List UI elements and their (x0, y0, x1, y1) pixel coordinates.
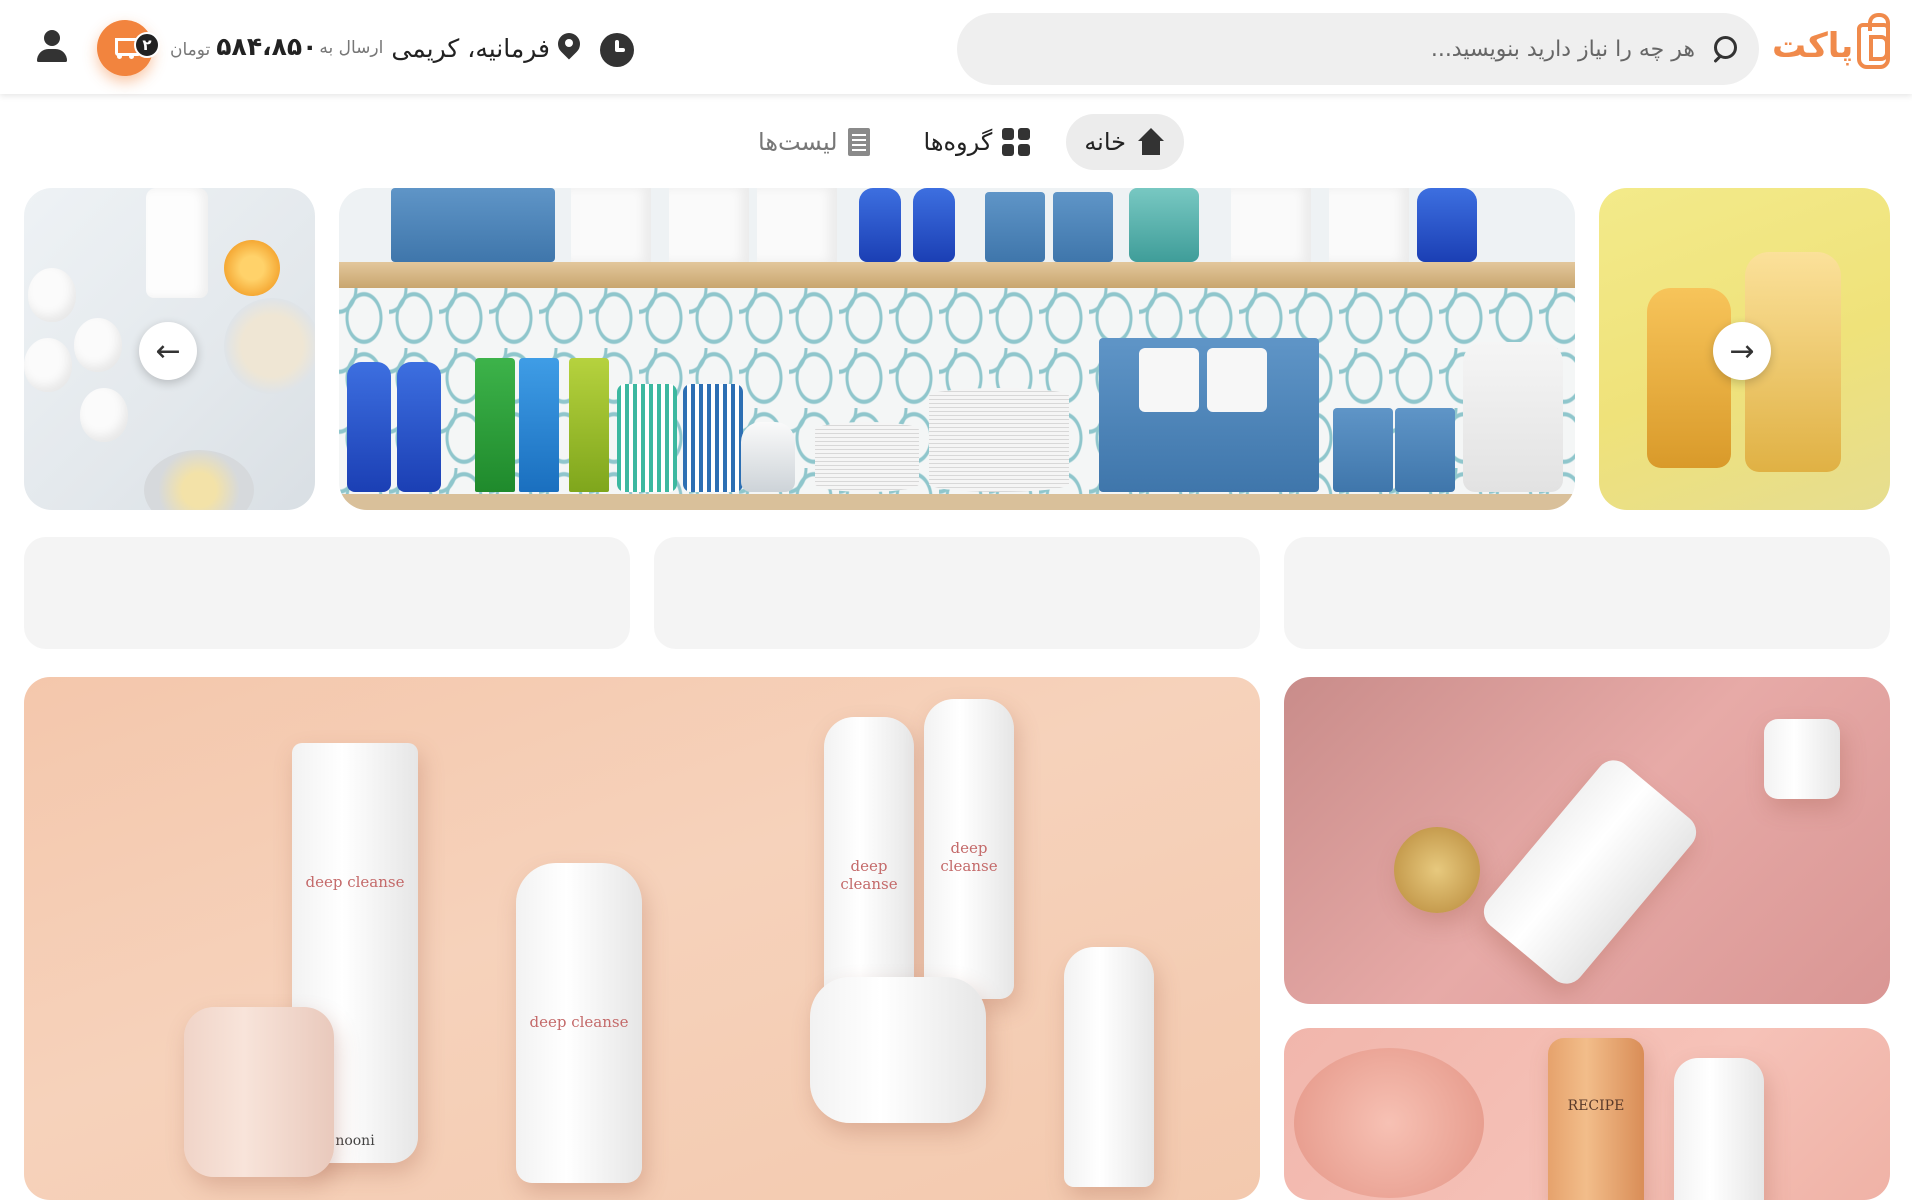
search-bar[interactable] (957, 13, 1759, 85)
cup-stack (569, 358, 609, 492)
mouthwash (1129, 188, 1199, 262)
nav-categories-label: گروه‌ها (923, 128, 993, 156)
nav-lists[interactable]: لیست‌ها (740, 114, 888, 170)
logo-text: پاکت (1772, 26, 1854, 66)
nav-lists-label: لیست‌ها (758, 128, 838, 156)
detergent-jug (1463, 342, 1563, 492)
tissue-box (1053, 192, 1113, 262)
egg (24, 338, 72, 392)
yolk-bowl (144, 450, 254, 510)
bottle-cap (1764, 719, 1840, 799)
paper-plates (815, 422, 919, 492)
paper-plates (929, 388, 1069, 492)
location-pin-icon (558, 33, 580, 63)
cart-button[interactable]: ۲ (97, 20, 160, 76)
currency-label: تومان (170, 40, 211, 60)
grid-icon (1002, 128, 1031, 156)
paper-towel (1231, 188, 1311, 262)
product-label: deep cleanse (940, 839, 998, 875)
orange (224, 240, 280, 296)
cleaner-spray (397, 362, 441, 492)
paper-towel (757, 188, 837, 262)
shampoo-bottle (1647, 288, 1731, 468)
paper-towel (669, 188, 749, 262)
milk-bottle (146, 188, 208, 298)
straws (617, 384, 677, 492)
logo[interactable]: پاکت (1772, 13, 1890, 74)
nav-home[interactable]: خانه (1066, 114, 1185, 170)
egg (28, 268, 76, 322)
product-label: deep cleanse (305, 873, 405, 891)
cart-count-badge: ۲ (134, 32, 160, 58)
product-label: deep cleanse (840, 857, 898, 893)
cream-jar (1394, 827, 1480, 913)
egg (80, 388, 128, 442)
pump-bottle (1674, 1058, 1764, 1200)
address-prefix: ارسال به (319, 38, 384, 58)
carousel-next-button[interactable]: → (1713, 322, 1771, 380)
nav-home-label: خانه (1084, 128, 1127, 156)
cart-total: ۵۸۴،۸۵۰ تومان (170, 32, 317, 61)
dish-soap (913, 188, 955, 262)
arrow-right-icon: → (1729, 333, 1755, 369)
user-icon[interactable] (36, 30, 68, 64)
smart-speaker (741, 422, 795, 492)
cup-stack (475, 358, 515, 492)
tissue-box (985, 192, 1045, 262)
main-nav: خانه گروه‌ها لیست‌ها (740, 114, 1185, 170)
placeholder-card (1284, 537, 1890, 649)
bleach (1417, 188, 1477, 262)
shelf-plank (339, 262, 1575, 288)
paper-towel (571, 188, 651, 262)
toilet-roll (1139, 348, 1199, 412)
carousel-prev-button[interactable]: ← (139, 322, 197, 380)
lower-shelf (339, 494, 1575, 510)
address-name: فرمانیه، کریمی (391, 33, 550, 63)
home-icon (1136, 128, 1166, 156)
placeholder-card (24, 537, 630, 649)
search-input[interactable] (981, 29, 1695, 69)
cleanser-bottle: deep cleanse (516, 863, 642, 1183)
toilet-roll (1207, 348, 1267, 412)
recipe-bottle: RECIPE (1548, 1038, 1644, 1200)
cream-jar (810, 977, 986, 1123)
tissue-box (1333, 408, 1393, 492)
roses (1294, 1048, 1484, 1198)
header: پاکت فرمانیه، کریمی ارسال به ۵۸۴،۸۵۰ توم… (0, 0, 1912, 94)
cart-total-value: ۵۸۴،۸۵۰ (216, 32, 318, 61)
placeholder-card (654, 537, 1260, 649)
lotion-bottle (1476, 752, 1704, 992)
serum-bottle (1064, 947, 1154, 1187)
banner-recipe[interactable]: RECIPE (1284, 1028, 1890, 1200)
cleaner-spray (347, 362, 391, 492)
nav-categories[interactable]: گروه‌ها (906, 114, 1049, 170)
product-label: deep cleanse (529, 1013, 629, 1031)
flour-bowl (224, 298, 315, 394)
arrow-left-icon: ← (155, 333, 181, 369)
foam-bottle: deep cleanse (824, 717, 914, 1017)
blue-bin (391, 188, 555, 262)
tissue-box (1395, 408, 1455, 492)
product-brand: RECIPE (1567, 1098, 1625, 1114)
bag-logo-icon (1857, 13, 1890, 69)
straws (683, 384, 743, 492)
cup-stack (519, 358, 559, 492)
whip-maker (184, 1007, 334, 1177)
page: پاکت فرمانیه، کریمی ارسال به ۵۸۴،۸۵۰ توم… (0, 0, 1912, 1200)
egg (74, 318, 122, 372)
paper-towel (1329, 188, 1409, 262)
dish-soap (859, 188, 901, 262)
delivery-address[interactable]: فرمانیه، کریمی ارسال به (319, 26, 580, 70)
search-icon[interactable] (1709, 34, 1739, 64)
foam-bottle: deep cleanse (924, 699, 1014, 999)
carousel-slide-main[interactable] (339, 188, 1575, 510)
banner-lotion[interactable] (1284, 677, 1890, 1004)
clock-icon[interactable] (600, 33, 634, 67)
list-icon (847, 128, 870, 156)
banner-skincare[interactable]: deep cleanse nooni deep cleanse deep cle… (24, 677, 1260, 1200)
